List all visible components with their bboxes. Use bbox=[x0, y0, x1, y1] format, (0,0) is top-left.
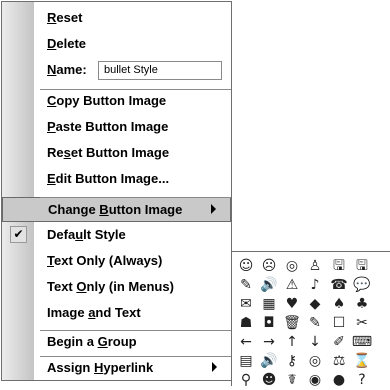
button-image-option-icon[interactable]: ☐ bbox=[328, 313, 350, 333]
button-image-option-icon[interactable]: ✎ bbox=[304, 313, 326, 333]
menu-item-copy-image[interactable]: Copy Button Image bbox=[2, 89, 231, 114]
button-image-option-icon[interactable]: ☻ bbox=[258, 370, 280, 390]
button-image-option-icon[interactable]: ♠ bbox=[328, 294, 350, 314]
menu-item-label: Image and Text bbox=[47, 305, 141, 320]
menu-item-paste-image[interactable]: Paste Button Image bbox=[2, 115, 231, 140]
button-image-option-icon[interactable]: ♪ bbox=[304, 275, 326, 295]
button-image-option-icon[interactable]: ✉ bbox=[235, 294, 257, 314]
menu-separator bbox=[40, 330, 231, 331]
button-image-option-icon[interactable]: ? bbox=[351, 370, 373, 390]
menu-item-change-image[interactable]: Change Button Image bbox=[2, 197, 231, 222]
button-image-option-icon[interactable]: ⚷ bbox=[281, 351, 303, 371]
menu-item-label: Delete bbox=[47, 36, 87, 51]
menu-item-label: Assign Hyperlink bbox=[47, 360, 154, 375]
button-image-option-icon[interactable]: ● bbox=[328, 370, 350, 390]
button-image-option-icon[interactable]: 🔊 bbox=[258, 351, 280, 371]
menu-item-label: Text Only (in Menus) bbox=[47, 279, 174, 294]
menu-item-label: Edit Button Image... bbox=[47, 171, 170, 186]
button-image-option-icon[interactable]: ▤ bbox=[235, 351, 257, 371]
button-image-option-icon[interactable]: ← bbox=[235, 332, 257, 352]
button-image-option-icon[interactable]: ⚠ bbox=[281, 275, 303, 295]
button-image-option-icon[interactable]: ♥ bbox=[281, 294, 303, 314]
menu-item-label: Copy Button Image bbox=[47, 93, 167, 108]
menu-item-label: Reset bbox=[47, 10, 83, 25]
button-image-option-icon[interactable]: ◉ bbox=[304, 370, 326, 390]
menu-item-hyperlink[interactable]: Assign Hyperlink bbox=[2, 356, 231, 381]
menu-separator bbox=[40, 356, 231, 357]
menu-item-label: Name: bbox=[47, 62, 87, 77]
button-image-option-icon[interactable]: 🗑 bbox=[281, 313, 303, 333]
menu-item-label: Change Button Image bbox=[48, 202, 183, 217]
name-field[interactable]: bullet Style bbox=[98, 61, 222, 80]
button-image-option-icon[interactable]: ↑ bbox=[281, 332, 303, 352]
menu-separator bbox=[40, 89, 231, 90]
menu-item-label: Paste Button Image bbox=[47, 119, 169, 134]
submenu-arrow-icon bbox=[211, 204, 216, 214]
button-image-option-icon[interactable]: 💬 bbox=[351, 275, 373, 295]
button-image-option-icon[interactable]: 🖫 bbox=[351, 256, 373, 276]
menu-item-begin-group[interactable]: Begin a Group bbox=[2, 330, 231, 355]
button-image-option-icon[interactable]: ✐ bbox=[328, 332, 350, 352]
menu-item-text-menus[interactable]: Text Only (in Menus) bbox=[2, 275, 231, 300]
button-image-option-icon[interactable]: 🖫 bbox=[328, 256, 350, 276]
button-image-option-icon[interactable]: ▦ bbox=[258, 294, 280, 314]
menu-item-label: Begin a Group bbox=[47, 334, 137, 349]
button-image-option-icon[interactable]: ✎ bbox=[235, 275, 257, 295]
menu-item-reset-image[interactable]: Reset Button Image bbox=[2, 141, 231, 166]
menu-item-edit-image[interactable]: Edit Button Image... bbox=[2, 167, 231, 192]
menu-separator bbox=[40, 197, 231, 198]
button-image-option-icon[interactable]: ✂ bbox=[351, 313, 373, 333]
button-image-option-icon[interactable]: ◘ bbox=[258, 313, 280, 333]
button-image-option-icon[interactable]: ☹ bbox=[258, 256, 280, 276]
checkmark-icon: ✔ bbox=[10, 226, 27, 243]
button-image-option-icon[interactable]: ⌨ bbox=[351, 332, 373, 352]
button-image-option-icon[interactable]: ⚖ bbox=[328, 351, 350, 371]
button-image-palette: ☺ ☹ ◎ ♙ 🖫 🖫 ✎ 🔊 ⚠ ♪ ☎ 💬 ✉ ▦ ♥ ◆ ♠ ♣ ☗ ◘ 🗑 ✎ ☐ ✂ ← → ↑ ↓ ✐ ⌨ ▤ 🔊 ⚷ ◎ ⚖ ⌛ ⚲ ☻ ☤ ◉… bbox=[231, 251, 390, 388]
menu-item-image-text[interactable]: Image and Text bbox=[2, 301, 231, 326]
button-image-option-icon[interactable]: ↓ bbox=[304, 332, 326, 352]
button-image-option-icon[interactable]: ☗ bbox=[235, 313, 257, 333]
submenu-arrow-icon bbox=[212, 362, 217, 372]
menu-item-name[interactable]: Name: bullet Style bbox=[2, 58, 231, 83]
menu-item-text-always[interactable]: Text Only (Always) bbox=[2, 249, 231, 274]
menu-item-label: Text Only (Always) bbox=[47, 253, 163, 268]
button-image-option-icon[interactable]: ☤ bbox=[281, 370, 303, 390]
button-image-option-icon[interactable]: ☺ bbox=[235, 256, 257, 276]
button-image-option-icon[interactable]: ♣ bbox=[351, 294, 373, 314]
button-image-option-icon[interactable]: ◆ bbox=[304, 294, 326, 314]
button-image-option-icon[interactable]: ⌛ bbox=[351, 351, 373, 371]
button-image-option-icon[interactable]: ⚲ bbox=[235, 370, 257, 390]
button-image-option-icon[interactable]: ☎ bbox=[328, 275, 350, 295]
context-menu: Reset Delete Name: bullet Style Copy Button … bbox=[1, 1, 232, 381]
menu-item-delete[interactable]: Delete bbox=[2, 32, 231, 57]
menu-item-label: Default Style bbox=[47, 227, 126, 242]
button-image-option-icon[interactable]: ◎ bbox=[281, 256, 303, 276]
menu-item-reset[interactable]: Reset bbox=[2, 6, 231, 31]
button-image-option-icon[interactable]: 🔊 bbox=[258, 275, 280, 295]
menu-item-label: Reset Button Image bbox=[47, 145, 170, 160]
button-image-option-icon[interactable]: ◎ bbox=[304, 351, 326, 371]
menu-item-default-style[interactable]: ✔ Default Style bbox=[2, 223, 231, 248]
button-image-option-icon[interactable]: ♙ bbox=[304, 256, 326, 276]
button-image-option-icon[interactable]: → bbox=[258, 332, 280, 352]
